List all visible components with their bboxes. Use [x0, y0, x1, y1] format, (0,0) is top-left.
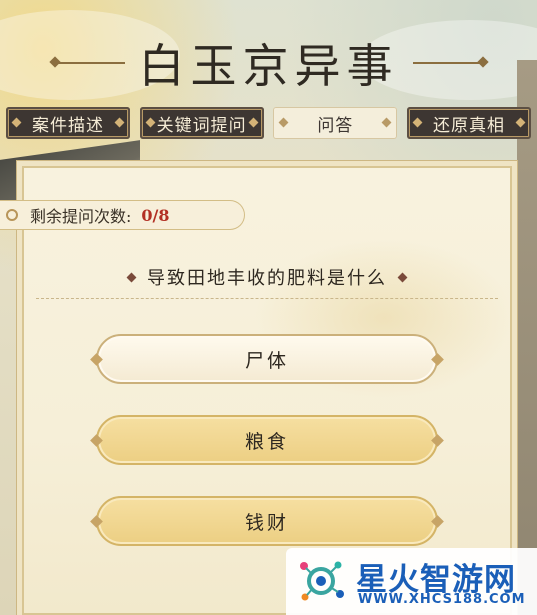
- tab-label: 关键词提问: [156, 115, 247, 136]
- scroll-edge-decoration: [517, 60, 537, 615]
- diamond-icon: [397, 272, 408, 282]
- title-ornament-left: [54, 62, 125, 64]
- tab-gem-icon: [145, 117, 156, 128]
- tab-qa[interactable]: 问答: [273, 107, 398, 139]
- tab-gem-icon: [248, 117, 259, 128]
- question-text: 导致田地丰收的肥料是什么: [147, 268, 387, 289]
- answer-option-2[interactable]: 粮食: [90, 415, 444, 465]
- site-watermark: 星火智游网 WWW.XHCS188.COM: [286, 548, 537, 615]
- tab-label: 案件描述: [32, 115, 104, 136]
- tab-gem-icon: [515, 117, 526, 128]
- tab-gem-icon: [278, 117, 289, 128]
- tab-gem-icon: [381, 117, 392, 128]
- tab-case-description[interactable]: 案件描述: [6, 107, 130, 139]
- answer-label: 尸体: [244, 349, 289, 372]
- tab-gem-icon: [412, 117, 423, 128]
- tab-bar: 案件描述 关键词提问 问答 还原真相: [6, 106, 531, 140]
- answer-label: 钱财: [244, 511, 289, 534]
- tab-gem-icon: [11, 117, 22, 128]
- counter-label: 剩余提问次数:: [30, 207, 132, 226]
- remaining-questions-counter: 剩余提问次数: 0/8: [0, 200, 245, 230]
- title-ornament-right: [412, 62, 483, 64]
- game-background: 白玉京异事 案件描述 关键词提问 问答 还原真相 剩余提问次数: 0/8 导致田…: [0, 0, 537, 615]
- tab-label: 问答: [317, 115, 354, 136]
- answer-option-1[interactable]: 尸体: [90, 334, 444, 384]
- question-divider: [36, 298, 498, 299]
- game-title: 白玉京异事: [138, 39, 399, 93]
- site-url: WWW.XHCS188.COM: [358, 592, 526, 607]
- counter-value: 0/8: [141, 205, 170, 225]
- scroll-knob-icon: [6, 209, 18, 221]
- answer-option-3[interactable]: 钱财: [90, 496, 444, 546]
- tab-keyword-questions[interactable]: 关键词提问: [139, 107, 264, 139]
- tab-restore-truth[interactable]: 还原真相: [406, 107, 531, 139]
- answer-label: 粮食: [244, 430, 289, 453]
- title-banner: 白玉京异事: [0, 28, 537, 98]
- tab-gem-icon: [114, 117, 125, 128]
- tab-label: 还原真相: [432, 115, 505, 136]
- site-logo-icon: [300, 561, 344, 601]
- question-header: 导致田地丰收的肥料是什么: [22, 262, 512, 292]
